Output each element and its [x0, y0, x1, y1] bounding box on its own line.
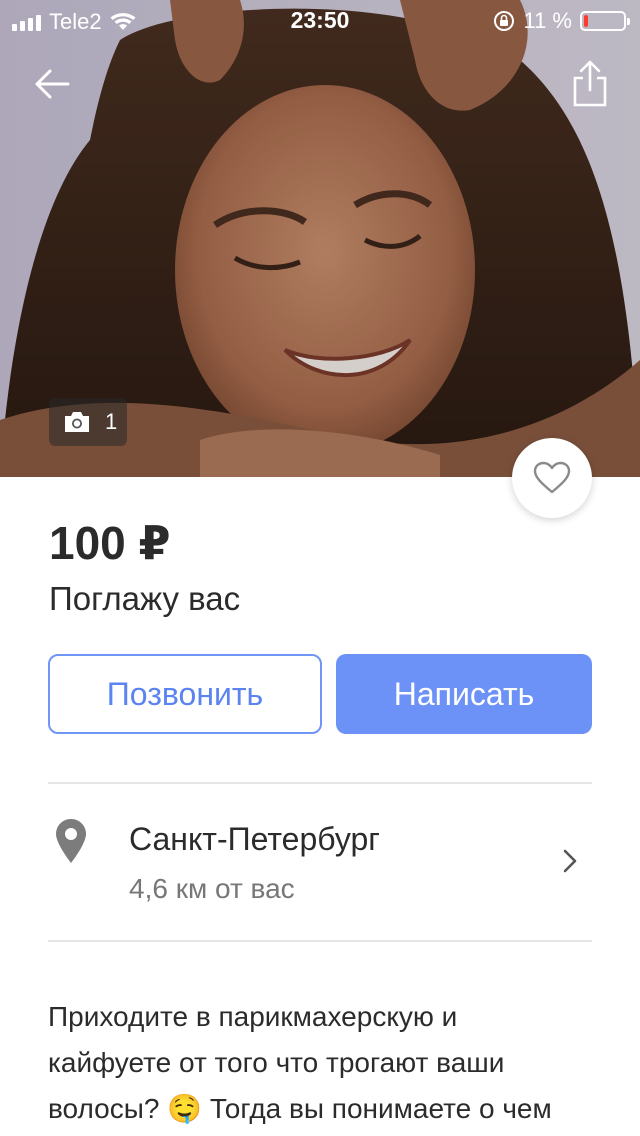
write-message-button[interactable]: Написать: [336, 654, 592, 734]
description-text: Тогда вы понимаете о чем: [209, 1093, 552, 1124]
battery-icon: [580, 11, 630, 31]
favorite-button[interactable]: [512, 438, 592, 518]
photo-count-value: 1: [105, 409, 118, 434]
description-line: кайфуете от того что трогают ваши: [48, 1047, 505, 1078]
location-distance: 4,6 км от вас: [129, 873, 295, 904]
location-row[interactable]: Санкт-Петербург 4,6 км от вас: [48, 784, 592, 940]
drooling-emoji: 🤤: [167, 1093, 203, 1124]
battery-percent: 11 %: [523, 8, 572, 33]
battery-level: [584, 15, 588, 27]
description-text: волосы?: [48, 1093, 160, 1124]
divider: [48, 940, 592, 942]
rotation-lock-icon: [494, 11, 515, 31]
chevron-right-icon: [563, 849, 577, 873]
listing-title: Поглажу вас: [49, 580, 241, 617]
location-city: Санкт-Петербург: [129, 821, 380, 857]
listing-price: 100 ₽: [49, 517, 171, 569]
description-line: волосы? 🤤 Тогда вы понимаете о чем: [48, 1086, 608, 1132]
call-button[interactable]: Позвонить: [48, 654, 322, 734]
status-bar: Tele2 23:50 11 %: [0, 0, 640, 40]
photo-count-badge[interactable]: 1: [49, 398, 127, 446]
arrow-left-icon[interactable]: [30, 62, 74, 106]
heart-icon: [533, 461, 571, 494]
status-right: 11 %: [493, 8, 630, 34]
share-icon[interactable]: [570, 60, 610, 108]
listing-description: Приходите в парикмахерскую и кайфуете от…: [48, 994, 608, 1132]
listing-photo[interactable]: Tele2 23:50 11 % 1: [0, 0, 640, 477]
map-pin-icon: [56, 819, 86, 863]
description-line: Приходите в парикмахерскую и: [48, 1001, 458, 1032]
camera-icon: [65, 412, 89, 432]
